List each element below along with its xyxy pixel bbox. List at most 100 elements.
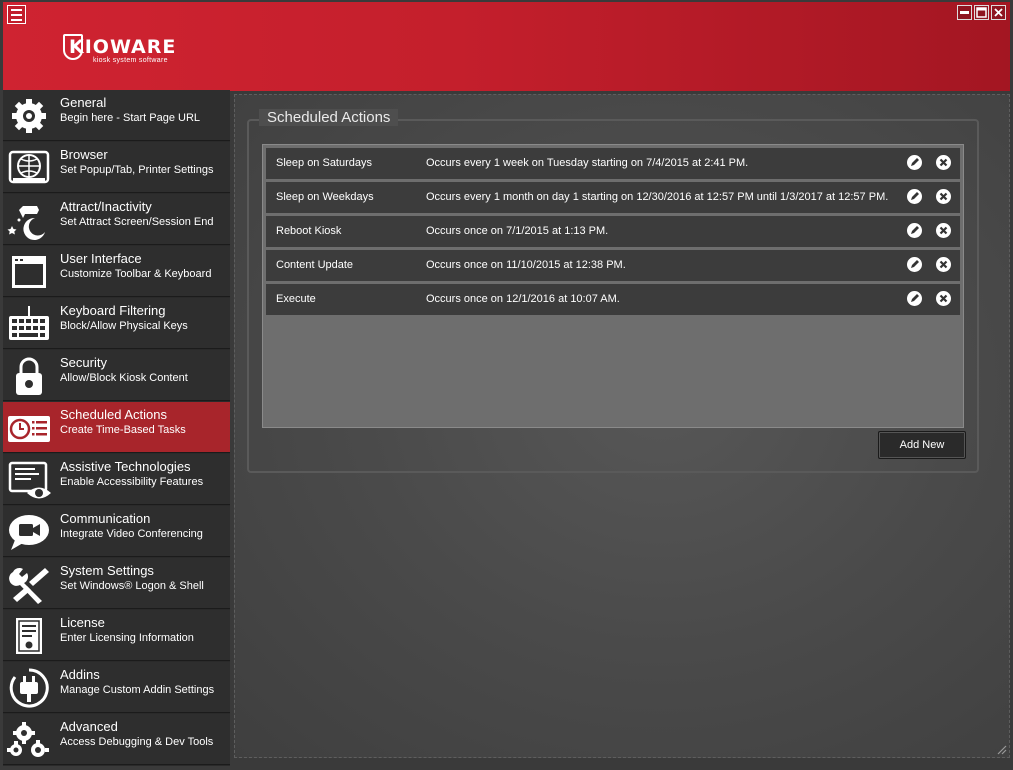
maximize-button[interactable] (974, 5, 989, 20)
gears-icon (7, 722, 49, 757)
action-name: Reboot Kiosk (276, 225, 342, 237)
clock-list-icon (8, 416, 50, 442)
certificate-icon (16, 618, 42, 654)
delete-button[interactable] (936, 155, 951, 170)
sidebar-item-license[interactable]: License Enter Licensing Information (3, 610, 230, 661)
sidebar-item-browser[interactable]: Browser Set Popup/Tab, Printer Settings (3, 142, 230, 193)
section-title: Scheduled Actions (259, 109, 399, 126)
sidebar-item-title: Advanced (60, 719, 118, 734)
sidebar-item-subtitle: Enable Accessibility Features (60, 476, 204, 488)
app-header: KIOWARE kiosk system software (3, 2, 1010, 91)
window-icon (12, 256, 46, 288)
list-item[interactable]: Sleep on Weekdays Occurs every 1 month o… (266, 182, 960, 213)
add-new-button[interactable]: Add New (878, 431, 966, 459)
sidebar-item-subtitle: Create Time-Based Tasks (60, 424, 186, 436)
action-description: Occurs every 1 month on day 1 starting o… (426, 191, 889, 203)
moon-cow-icon (7, 206, 45, 240)
sidebar-item-title: Scheduled Actions (60, 407, 167, 422)
close-button[interactable] (991, 5, 1006, 20)
sidebar-item-title: System Settings (60, 563, 154, 578)
pencil-icon (911, 192, 919, 200)
plug-icon (9, 668, 49, 708)
sidebar-item-title: Browser (60, 147, 108, 162)
action-description: Occurs every 1 week on Tuesday starting … (426, 157, 749, 169)
sidebar-item-subtitle: Access Debugging & Dev Tools (60, 736, 214, 748)
delete-button[interactable] (936, 223, 951, 238)
sidebar-item-communication[interactable]: Communication Integrate Video Conferenci… (3, 506, 230, 557)
padlock-icon (16, 357, 42, 395)
sidebar-item-subtitle: Begin here - Start Page URL (60, 112, 201, 124)
sidebar-item-title: Security (60, 355, 107, 370)
sidebar-item-general[interactable]: General Begin here - Start Page URL (3, 90, 230, 141)
video-chat-icon (9, 515, 49, 550)
list-item[interactable]: Reboot Kiosk Occurs once on 7/1/2015 at … (266, 216, 960, 247)
action-name: Execute (276, 293, 316, 305)
list-item[interactable]: Sleep on Saturdays Occurs every 1 week o… (266, 148, 960, 179)
minimize-icon (960, 11, 969, 14)
action-name: Content Update (276, 259, 354, 271)
sidebar-item-subtitle: Set Windows® Logon & Shell (60, 580, 204, 592)
sidebar-item-subtitle: Customize Toolbar & Keyboard (60, 268, 212, 280)
pencil-icon (911, 260, 919, 268)
edit-button[interactable] (907, 223, 922, 238)
sidebar-item-advanced[interactable]: Advanced Access Debugging & Dev Tools (3, 714, 230, 765)
sidebar-item-subtitle: Manage Custom Addin Settings (60, 684, 215, 696)
sidebar-item-system-settings[interactable]: System Settings Set Windows® Logon & She… (3, 558, 230, 609)
menu-line (11, 14, 22, 16)
sidebar-nav: General Begin here - Start Page URL Brow… (3, 90, 230, 766)
sidebar-item-keyboard-filtering[interactable]: Keyboard Filtering Block/Allow Physical … (3, 298, 230, 349)
main-panel: Scheduled Actions Sleep on Saturdays Occ… (234, 94, 1010, 758)
action-description: Occurs once on 12/1/2016 at 10:07 AM. (426, 293, 620, 305)
edit-button[interactable] (907, 189, 922, 204)
close-icon (939, 226, 948, 235)
window-controls (957, 5, 1006, 20)
sidebar-item-title: Keyboard Filtering (60, 303, 166, 318)
pencil-icon (911, 158, 919, 166)
maximize-icon (976, 7, 987, 18)
sidebar-item-addins[interactable]: Addins Manage Custom Addin Settings (3, 662, 230, 713)
sidebar-item-attract-inactivity[interactable]: Attract/Inactivity Set Attract Screen/Se… (3, 194, 230, 245)
hamburger-menu-button[interactable] (7, 5, 26, 24)
close-icon (939, 192, 948, 201)
pencil-icon (911, 294, 919, 302)
sidebar-item-subtitle: Integrate Video Conferencing (60, 528, 203, 540)
app-window: KIOWARE kiosk system software General Be… (0, 0, 1013, 770)
sidebar-item-title: General (60, 95, 107, 110)
resize-grip-icon[interactable] (995, 743, 1007, 755)
delete-button[interactable] (936, 291, 951, 306)
minimize-button[interactable] (957, 5, 972, 20)
edit-button[interactable] (907, 291, 922, 306)
edit-button[interactable] (907, 257, 922, 272)
close-icon (939, 260, 948, 269)
action-description: Occurs once on 7/1/2015 at 1:13 PM. (426, 225, 609, 237)
delete-button[interactable] (936, 257, 951, 272)
delete-button[interactable] (936, 189, 951, 204)
action-name: Sleep on Weekdays (276, 191, 374, 203)
sidebar-item-assistive-technologies[interactable]: Assistive Technologies Enable Accessibil… (3, 454, 230, 505)
kioware-logo: KIOWARE kiosk system software (63, 32, 203, 66)
list-item[interactable]: Execute Occurs once on 12/1/2016 at 10:0… (266, 284, 960, 315)
close-icon (939, 294, 948, 303)
sidebar-item-subtitle: Allow/Block Kiosk Content (60, 372, 188, 384)
screen-eye-icon (8, 461, 51, 499)
sidebar-item-user-interface[interactable]: User Interface Customize Toolbar & Keybo… (3, 246, 230, 297)
logo-text: KIOWARE (69, 36, 177, 58)
list-item[interactable]: Content Update Occurs once on 11/10/2015… (266, 250, 960, 281)
sidebar-item-security[interactable]: Security Allow/Block Kiosk Content (3, 350, 230, 401)
sidebar-item-scheduled-actions[interactable]: Scheduled Actions Create Time-Based Task… (3, 402, 230, 453)
logo-tagline: kiosk system software (93, 57, 168, 64)
sidebar-item-title: Addins (60, 667, 100, 682)
keyboard-icon (9, 306, 49, 340)
globe-browser-icon (8, 150, 50, 184)
menu-line (11, 19, 22, 21)
edit-button[interactable] (907, 155, 922, 170)
sidebar-item-title: License (60, 615, 105, 630)
action-description: Occurs once on 11/10/2015 at 12:38 PM. (426, 259, 626, 271)
close-icon (939, 158, 948, 167)
gear-icon (12, 99, 46, 133)
sidebar-item-title: Communication (60, 511, 151, 526)
scheduled-actions-list: Sleep on Saturdays Occurs every 1 week o… (262, 144, 964, 428)
sidebar-item-subtitle: Enter Licensing Information (60, 632, 194, 644)
tools-icon (9, 567, 49, 604)
sidebar-item-title: User Interface (60, 251, 142, 266)
